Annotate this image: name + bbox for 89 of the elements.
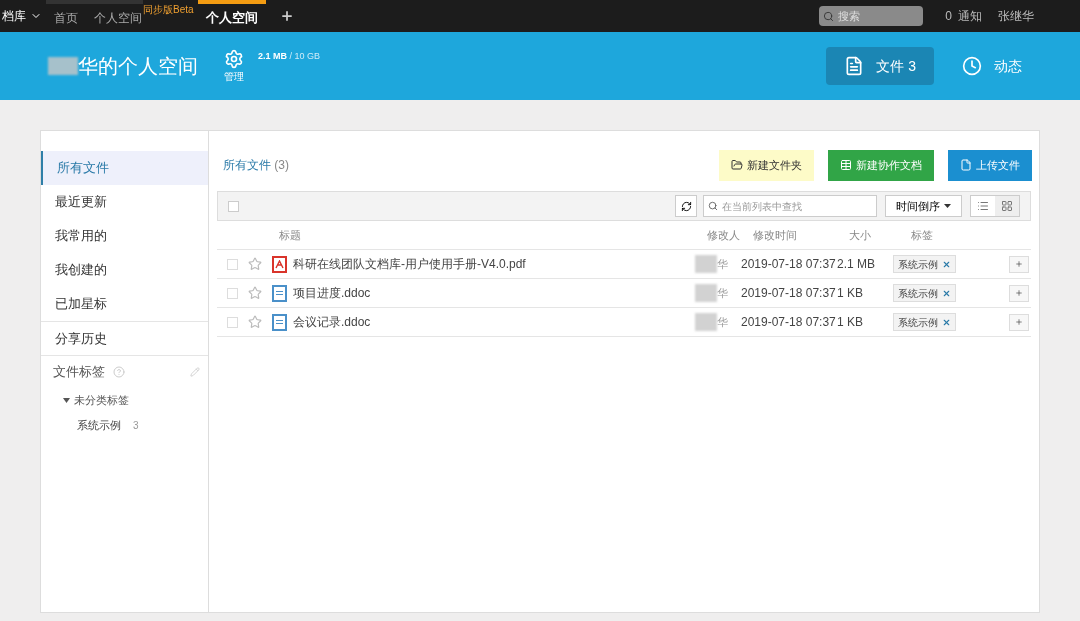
row-checkbox[interactable] bbox=[227, 287, 238, 299]
pdf-file-icon bbox=[272, 255, 287, 273]
modifier-name: 华 bbox=[717, 256, 728, 272]
select-all-checkbox[interactable] bbox=[228, 200, 239, 212]
gear-icon[interactable] bbox=[224, 48, 244, 69]
sidebar-item[interactable]: 已加星标 bbox=[41, 287, 208, 321]
star-icon[interactable] bbox=[248, 315, 262, 329]
tag-chip: 系统示例 bbox=[893, 284, 956, 302]
column-header: 标签 bbox=[911, 227, 934, 243]
file-icon bbox=[960, 159, 972, 171]
file-size: 1 KB bbox=[837, 285, 864, 302]
caret-icon bbox=[63, 397, 70, 403]
column-header: 修改时间 bbox=[753, 227, 798, 243]
tags-heading: 文件标签 bbox=[53, 362, 105, 381]
add-tag-button[interactable] bbox=[1009, 284, 1029, 302]
notifications-link[interactable]: 通知 bbox=[958, 7, 982, 25]
app-name: 档库 bbox=[2, 8, 26, 25]
column-header: 大小 bbox=[849, 227, 872, 243]
action-button[interactable]: 上传文件 bbox=[948, 149, 1032, 181]
space-title: 华的个人空间 bbox=[78, 54, 198, 79]
star-icon[interactable] bbox=[248, 257, 262, 271]
add-tag-button[interactable] bbox=[1009, 313, 1029, 331]
folder-title: 所有文件 (3) bbox=[223, 157, 289, 174]
sidebar-item[interactable]: 我常用的 bbox=[41, 219, 208, 253]
document-icon bbox=[844, 56, 865, 76]
sidebar-item[interactable]: 分享历史 bbox=[41, 321, 208, 355]
file-size: 1 KB bbox=[837, 314, 864, 331]
tag-count: 3 bbox=[133, 418, 139, 433]
plus-icon bbox=[1015, 318, 1023, 326]
modifier-name: 华 bbox=[717, 285, 728, 301]
redacted-block bbox=[695, 284, 717, 302]
column-header: 标题 bbox=[279, 227, 302, 243]
modifier-name: 华 bbox=[717, 314, 728, 330]
table-icon bbox=[840, 159, 852, 171]
clock-icon bbox=[962, 56, 982, 76]
document-icon bbox=[272, 313, 287, 331]
sidebar-item[interactable]: 所有文件 bbox=[41, 151, 208, 185]
add-tab-icon[interactable] bbox=[279, 9, 294, 23]
modified-time: 2019-07-18 07:37 bbox=[741, 256, 837, 273]
folder-icon bbox=[731, 159, 743, 171]
grid-icon bbox=[1001, 200, 1013, 212]
add-tag-button[interactable] bbox=[1009, 255, 1029, 273]
storage-usage: 2.1 MB / 10 GB bbox=[258, 50, 321, 63]
list-view-button[interactable] bbox=[971, 196, 995, 216]
file-size: 2.1 MB bbox=[837, 256, 876, 273]
row-checkbox[interactable] bbox=[227, 316, 238, 328]
sort-dropdown[interactable]: 时间倒序 bbox=[885, 195, 962, 217]
tag-group[interactable]: 未分类标签 bbox=[41, 387, 208, 413]
star-icon[interactable] bbox=[248, 286, 262, 300]
refresh-button[interactable] bbox=[675, 195, 697, 217]
sidebar-item[interactable]: 我创建的 bbox=[41, 253, 208, 287]
file-name[interactable]: 科研在线团队文档库-用户使用手册-V4.0.pdf bbox=[293, 255, 695, 273]
beta-label: 同步版Beta bbox=[143, 3, 194, 17]
grid-view-button[interactable] bbox=[995, 196, 1019, 216]
caret-icon bbox=[944, 204, 951, 208]
file-name[interactable]: 会议记录.ddoc bbox=[293, 313, 695, 331]
search-icon bbox=[823, 10, 835, 22]
tag-chip: 系统示例 bbox=[893, 313, 956, 331]
modified-time: 2019-07-18 07:37 bbox=[741, 285, 837, 302]
tag-group-label: 未分类标签 bbox=[74, 392, 129, 408]
search-icon bbox=[708, 201, 718, 211]
redacted-block bbox=[695, 313, 717, 331]
redacted-block bbox=[695, 255, 717, 273]
column-header: 修改人 bbox=[707, 227, 741, 243]
user-name[interactable]: 张继华 bbox=[998, 7, 1034, 25]
action-button[interactable]: 新建文件夹 bbox=[719, 149, 814, 181]
edit-icon[interactable] bbox=[190, 366, 200, 377]
notification-count: 0 bbox=[945, 8, 952, 25]
plus-icon bbox=[1015, 289, 1023, 297]
tag-item[interactable]: 系统示例 bbox=[77, 416, 121, 434]
banner-tab[interactable]: 文件 3 bbox=[826, 47, 934, 85]
filter-field[interactable]: 在当前列表中查找 bbox=[703, 195, 877, 217]
sidebar-item[interactable]: 最近更新 bbox=[41, 185, 208, 219]
tag-chip: 系统示例 bbox=[893, 255, 956, 273]
search-field[interactable]: 搜索 bbox=[819, 6, 924, 26]
help-icon[interactable] bbox=[113, 365, 125, 378]
remove-tag-icon[interactable] bbox=[942, 259, 951, 269]
remove-tag-icon[interactable] bbox=[942, 317, 951, 327]
row-checkbox[interactable] bbox=[227, 258, 238, 270]
file-name[interactable]: 项目进度.ddoc bbox=[293, 284, 695, 302]
refresh-icon bbox=[680, 200, 692, 212]
modified-time: 2019-07-18 07:37 bbox=[741, 314, 837, 331]
filter-input[interactable]: 在当前列表中查找 bbox=[722, 198, 872, 214]
document-icon bbox=[272, 284, 287, 302]
list-icon bbox=[977, 200, 989, 212]
remove-tag-icon[interactable] bbox=[942, 288, 951, 298]
plus-icon bbox=[1015, 260, 1023, 268]
redacted-block bbox=[48, 57, 78, 75]
search-input[interactable]: 搜索 bbox=[838, 7, 919, 25]
